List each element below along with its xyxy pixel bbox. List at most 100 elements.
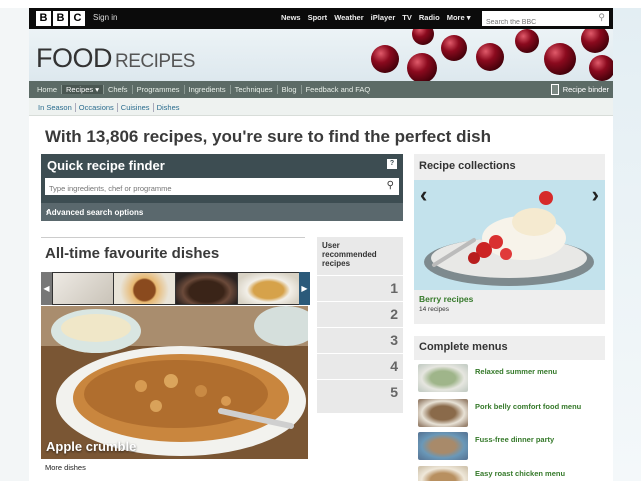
subnav-cuisines[interactable]: Cuisines: [118, 103, 154, 112]
subnav-in-season[interactable]: In Season: [35, 103, 76, 112]
favourites-thumbnail-strip: ◀ ▶: [41, 272, 310, 305]
page-headline: With 13,806 recipes, you're sure to find…: [45, 127, 492, 146]
subnav-dishes[interactable]: Dishes: [154, 103, 183, 112]
chevron-right-icon[interactable]: ›: [592, 182, 599, 208]
recommended-slot[interactable]: 5: [317, 379, 403, 405]
main-nav: Home Recipes ▾ Chefs Programmes Ingredie…: [29, 81, 613, 98]
top-nav-sport[interactable]: Sport: [308, 13, 328, 22]
divider: [41, 237, 305, 238]
collections-title: Recipe collections: [419, 160, 516, 172]
recommended-slot[interactable]: 1: [317, 275, 403, 301]
advanced-search-toggle[interactable]: Advanced search options ‹: [41, 203, 403, 221]
recommended-slot[interactable]: 3: [317, 327, 403, 353]
recipe-search-input[interactable]: [45, 180, 375, 197]
quick-recipe-finder: Quick recipe finder ? ⚲: [41, 154, 403, 203]
recommended-slot[interactable]: 4: [317, 353, 403, 379]
site-title-main: FOOD: [36, 43, 113, 73]
menu-label: Fuss-free dinner party: [475, 435, 555, 444]
masthead: FOOD RECIPES: [29, 29, 613, 81]
menu-thumbnail: [418, 399, 468, 427]
cherry-decoration: [441, 35, 467, 61]
bbc-logo[interactable]: B B C: [36, 11, 85, 26]
thumbnail[interactable]: [237, 273, 299, 304]
rank-number: 4: [390, 358, 398, 374]
page-background-right: [613, 8, 641, 481]
menu-item[interactable]: Fuss-free dinner party: [418, 432, 608, 462]
favourites-title: All-time favourite dishes: [45, 245, 220, 262]
top-nav-radio[interactable]: Radio: [419, 13, 440, 22]
menu-item[interactable]: Relaxed summer menu: [418, 364, 608, 394]
search-icon[interactable]: ⚲: [598, 12, 605, 23]
collection-image[interactable]: [414, 180, 605, 290]
nav-blog[interactable]: Blog: [278, 85, 302, 94]
finder-search-field: ⚲: [45, 178, 399, 197]
collection-count: 14 recipes: [419, 306, 449, 313]
top-nav-tv[interactable]: TV: [402, 13, 412, 22]
nav-ingredients[interactable]: Ingredients: [185, 85, 231, 94]
menu-item[interactable]: Easy roast chicken menu: [418, 466, 608, 481]
rank-number: 1: [390, 280, 398, 296]
collection-caption[interactable]: Berry recipes: [419, 294, 473, 304]
menu-label: Pork belly comfort food menu: [475, 402, 582, 411]
thumbs-next-button[interactable]: ▶: [299, 272, 310, 305]
page-background-left: [0, 8, 29, 481]
menu-label: Easy roast chicken menu: [475, 469, 566, 478]
bbc-logo-letter: B: [53, 11, 68, 26]
recipe-binder-label: Recipe binder: [562, 85, 609, 94]
main-content: With 13,806 recipes, you're sure to find…: [29, 116, 613, 481]
menu-thumbnail: [418, 432, 468, 460]
site-title-sub: RECIPES: [115, 51, 195, 72]
finder-title: Quick recipe finder: [47, 158, 165, 173]
cherry-decoration: [371, 45, 399, 73]
favourite-hero-image[interactable]: Apple crumble: [41, 306, 308, 459]
top-nav-iplayer[interactable]: iPlayer: [371, 13, 396, 22]
cherry-decoration: [589, 55, 613, 81]
user-recommended-title: User recommended recipes: [322, 241, 377, 268]
nav-recipes[interactable]: Recipes ▾: [62, 85, 104, 94]
menus-title: Complete menus: [419, 341, 508, 353]
bbc-logo-letter: B: [36, 11, 51, 26]
thumbnail[interactable]: [114, 273, 175, 304]
bbc-logo-letter: C: [70, 11, 85, 26]
user-recommended-panel: User recommended recipes 1 2 3 4 5: [317, 237, 403, 413]
subnav-occasions[interactable]: Occasions: [76, 103, 118, 112]
chevron-left-icon[interactable]: ‹: [420, 182, 427, 208]
help-icon[interactable]: ?: [387, 159, 397, 169]
menu-thumbnail: [418, 364, 468, 392]
nav-techniques[interactable]: Techniques: [231, 85, 278, 94]
menu-thumbnail: [418, 466, 468, 481]
thumbs-prev-button[interactable]: ◀: [41, 272, 52, 305]
recommended-slot[interactable]: 2: [317, 301, 403, 327]
menu-label: Relaxed summer menu: [475, 367, 558, 376]
site-title[interactable]: FOOD RECIPES: [36, 43, 195, 74]
binder-icon: [550, 84, 559, 95]
recipe-binder-link[interactable]: Recipe binder: [550, 84, 609, 95]
recipe-collections-panel: Recipe collections ‹ › Berry recipes 14 …: [414, 154, 605, 324]
sub-nav: In Season Occasions Cuisines Dishes: [29, 98, 613, 116]
cherry-decoration: [412, 29, 434, 45]
nav-programmes[interactable]: Programmes: [133, 85, 185, 94]
thumbnail[interactable]: [176, 273, 237, 304]
chevron-left-icon: ‹: [46, 206, 49, 216]
sign-in-link[interactable]: Sign in: [93, 13, 117, 22]
cherry-decoration: [476, 43, 504, 71]
thumbnail[interactable]: [52, 273, 114, 304]
more-dishes-link[interactable]: More dishes: [45, 463, 86, 472]
nav-feedback[interactable]: Feedback and FAQ: [302, 85, 375, 94]
hero-caption: Apple crumble: [46, 439, 137, 454]
nav-chefs[interactable]: Chefs: [104, 85, 133, 94]
rank-number: 5: [390, 384, 398, 400]
bbc-top-nav: News Sport Weather iPlayer TV Radio More…: [281, 13, 470, 22]
bbc-search-box: ⚲: [482, 11, 609, 30]
rank-number: 2: [390, 306, 398, 322]
bbc-search-input[interactable]: [482, 15, 592, 30]
bbc-global-bar: B B C Sign in News Sport Weather iPlayer…: [29, 8, 613, 30]
nav-home[interactable]: Home: [33, 85, 63, 94]
cherry-decoration: [544, 43, 576, 75]
apple-crumble-illustration: [41, 306, 308, 459]
menu-item[interactable]: Pork belly comfort food menu: [418, 399, 608, 429]
search-icon[interactable]: ⚲: [387, 180, 394, 191]
top-nav-more[interactable]: More ▾: [447, 13, 471, 22]
top-nav-news[interactable]: News: [281, 13, 301, 22]
top-nav-weather[interactable]: Weather: [334, 13, 363, 22]
